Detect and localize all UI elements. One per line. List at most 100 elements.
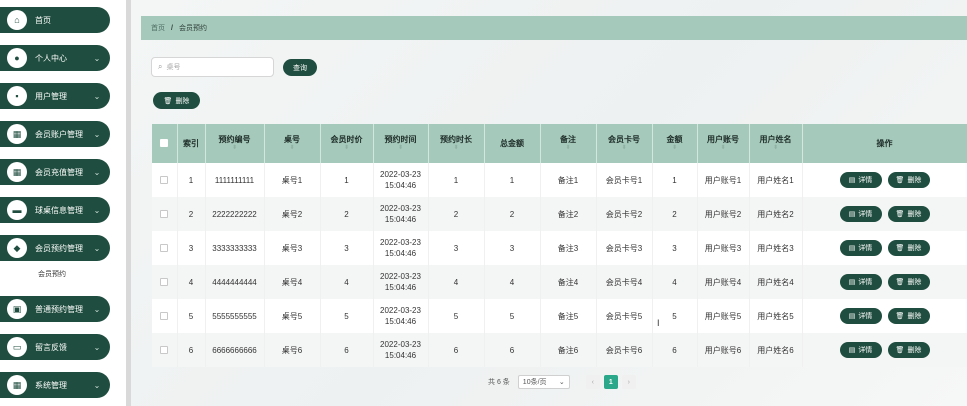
cell-table-no: 桌号3 — [264, 231, 321, 265]
column-header[interactable]: 预约时间 ⬍ — [373, 124, 429, 163]
column-header[interactable]: 用户账号 ⬍ — [697, 124, 750, 163]
sidebar-item-1[interactable]: ⌂ 首页 — [0, 7, 110, 33]
delete-button[interactable]: 🗑 删除 — [887, 342, 930, 358]
calendar-icon: ▣ — [7, 299, 27, 319]
chevron-down-icon: ⌄ — [93, 205, 101, 215]
detail-label: 详情 — [858, 278, 873, 286]
booking-table: 索引 预约编号 ⬍ 桌号 ⬍ 会员时价 ⬍ 预约时间 ⬍ 预约时长 ⬍ 总金额 备注 ⬍ 会员卡号 ⬍ 金额 ⬍ 用… — [152, 124, 967, 367]
sidebar-item-3[interactable]: ▪ 用户管理 ⌄ — [0, 83, 110, 109]
column-header[interactable]: 会员时价 ⬍ — [320, 124, 374, 163]
page-number-current[interactable]: 1 — [603, 375, 618, 389]
sort-icon[interactable]: ⬍ — [209, 145, 261, 152]
detail-button[interactable]: ▤ 详情 — [839, 274, 882, 290]
table-row: 5 5555555555 桌号5 5 2022-03-23 15:04:46 5 5 备注5 会… — [152, 299, 967, 333]
sidebar-item-10[interactable]: ▦ 系统管理 ⌄ — [0, 372, 110, 398]
delete-button[interactable]: 🗑 删除 — [887, 172, 930, 188]
query-button[interactable]: 查询 — [283, 59, 317, 76]
cell-duration: 2 — [428, 197, 485, 231]
detail-button[interactable]: ▤ 详情 — [839, 308, 882, 324]
row-checkbox[interactable] — [152, 197, 178, 231]
column-header[interactable]: 金额 ⬍ — [652, 124, 698, 163]
row-checkbox[interactable] — [152, 231, 178, 265]
breadcrumb-home[interactable]: 首页 — [151, 23, 165, 33]
cell-name: 用户姓名6 — [749, 333, 803, 367]
column-header[interactable]: 会员卡号 ⬍ — [596, 124, 653, 163]
sidebar: ⌂ 首页 ● 个人中心 ⌄ ▪ 用户管理 ⌄ ▦ 会员账户管理 ⌄ ▦ 会员充值管理 ⌄ ▬ 球桌信息管理 ⌄ ◆… — [0, 0, 131, 406]
row-checkbox[interactable] — [152, 163, 178, 197]
sidebar-item-9[interactable]: ▭ 留言反馈 ⌄ — [0, 334, 110, 360]
detail-button[interactable]: ▤ 详情 — [839, 240, 882, 256]
submenu-item-member-booking[interactable]: 会员预约 — [38, 269, 66, 279]
batch-delete-label: 删除 — [175, 97, 190, 105]
cell-amount: 1 — [652, 163, 698, 197]
delete-button[interactable]: 🗑 删除 — [887, 274, 930, 290]
pagination: 共 6 条 10条/页 ⌄ ‹ 1 › — [488, 375, 640, 389]
sort-icon[interactable]: ⬍ — [701, 145, 746, 152]
trash-icon: 🗑 — [895, 244, 905, 252]
chevron-down-icon: ⌄ — [93, 53, 101, 63]
sort-icon[interactable]: ⬍ — [600, 145, 649, 152]
column-header[interactable]: 备注 ⬍ — [540, 124, 597, 163]
column-header[interactable]: 桌号 ⬍ — [264, 124, 321, 163]
cell-note: 备注4 — [540, 265, 597, 299]
sort-icon[interactable]: ⬍ — [544, 145, 593, 152]
sort-icon[interactable]: ⬍ — [432, 145, 481, 152]
text-cursor-icon: I — [657, 318, 660, 328]
detail-button[interactable]: ▤ 详情 — [839, 342, 882, 358]
cell-price: 2 — [320, 197, 374, 231]
breadcrumb-current: 会员预约 — [178, 25, 207, 32]
cell-price: 5 — [320, 299, 374, 333]
cell-table-no: 桌号5 — [264, 299, 321, 333]
select-all-checkbox[interactable] — [152, 124, 178, 163]
cell-table-no: 桌号4 — [264, 265, 321, 299]
sidebar-item-label: 个人中心 — [35, 53, 67, 63]
column-header[interactable]: 预约编号 ⬍ — [205, 124, 265, 163]
breadcrumb-separator: / — [171, 24, 173, 32]
sort-icon[interactable]: ⬍ — [656, 145, 694, 152]
table-row: 4 4444444444 桌号4 4 2022-03-23 15:04:46 4 4 备注4 会… — [152, 265, 967, 299]
sidebar-item-5[interactable]: ▦ 会员充值管理 ⌄ — [0, 159, 110, 185]
cell-duration: 4 — [428, 265, 485, 299]
delete-label: 删除 — [907, 278, 922, 286]
chevron-down-icon: ⌄ — [558, 379, 565, 386]
batch-delete-button[interactable]: 🗑 删除 — [153, 92, 200, 109]
sidebar-item-7[interactable]: ◆ 会员预约管理 ⌄ — [0, 235, 110, 261]
sidebar-item-2[interactable]: ● 个人中心 ⌄ — [0, 45, 110, 71]
cell-total: 1 — [484, 163, 541, 197]
sidebar-item-4[interactable]: ▦ 会员账户管理 ⌄ — [0, 121, 110, 147]
next-page-button[interactable]: › — [621, 375, 636, 389]
column-header-label: 用户姓名 — [759, 135, 792, 144]
chevron-down-icon: ⌄ — [93, 304, 101, 314]
home-icon: ⌂ — [7, 10, 27, 30]
cell-time: 2022-03-23 15:04:46 — [373, 265, 429, 299]
row-checkbox[interactable] — [152, 299, 178, 333]
cell-booking-no: 1111111111 — [205, 163, 265, 197]
sort-icon[interactable]: ⬍ — [753, 145, 799, 152]
trash-icon: 🗑 — [895, 278, 905, 286]
cell-card-no: 会员卡号3 — [596, 231, 653, 265]
sidebar-item-8[interactable]: ▣ 普通预约管理 ⌄ — [0, 296, 110, 322]
column-header-label: 用户账号 — [707, 135, 739, 144]
grid-icon: ▦ — [7, 162, 27, 182]
page-size-select[interactable]: 10条/页 ⌄ — [517, 375, 570, 389]
chevron-down-icon: ⌄ — [93, 380, 101, 390]
cell-price: 6 — [320, 333, 374, 367]
cell-index: 5 — [177, 299, 206, 333]
column-header[interactable]: 用户姓名 ⬍ — [749, 124, 803, 163]
table-icon: ▬ — [7, 200, 27, 220]
sort-icon[interactable]: ⬍ — [377, 145, 425, 152]
sidebar-item-6[interactable]: ▬ 球桌信息管理 ⌄ — [0, 197, 110, 223]
delete-button[interactable]: 🗑 删除 — [887, 206, 930, 222]
detail-button[interactable]: ▤ 详情 — [839, 172, 882, 188]
sort-icon[interactable]: ⬍ — [268, 145, 317, 152]
row-checkbox[interactable] — [152, 265, 178, 299]
column-header[interactable]: 预约时长 ⬍ — [428, 124, 485, 163]
prev-page-button[interactable]: ‹ — [585, 375, 600, 389]
search-input[interactable]: ⌕ 桌号 — [151, 57, 274, 77]
sort-icon[interactable]: ⬍ — [324, 145, 370, 152]
delete-button[interactable]: 🗑 删除 — [887, 240, 930, 256]
cell-account: 用户账号5 — [697, 299, 750, 333]
row-checkbox[interactable] — [152, 333, 178, 367]
delete-button[interactable]: 🗑 删除 — [887, 308, 930, 324]
detail-button[interactable]: ▤ 详情 — [839, 206, 882, 222]
